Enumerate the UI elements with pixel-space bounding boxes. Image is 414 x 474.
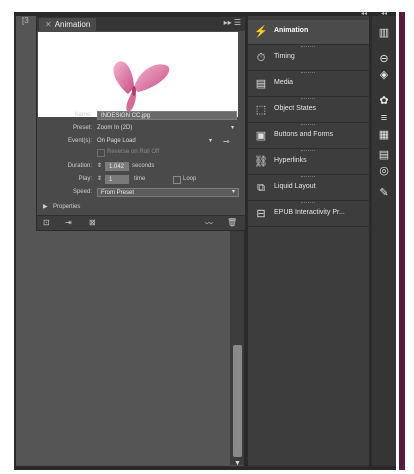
sidebar-item-buttons-forms[interactable]: ▣ Buttons and Forms [248, 124, 369, 149]
properties-row[interactable]: ▶ Properties [37, 202, 245, 213]
preset-row: Preset: Zoom In (2D) ▾ [37, 123, 245, 134]
butterfly-icon [112, 61, 170, 116]
timing-icon: ⏱ [256, 52, 266, 64]
events-label: Event(s): [67, 138, 92, 144]
events-row: Event(s): On Page Load ▾ ⊸ [37, 136, 245, 147]
events-select[interactable]: On Page Load [97, 136, 136, 147]
preset-label: Preset: [72, 125, 92, 131]
duration-unit: seconds [132, 163, 155, 169]
panel-footer: ⊡ ⇥ ⊠ 〰 🗑 [37, 215, 245, 230]
sidebar-item-liquid-layout[interactable]: ⧉ Liquid Layout [248, 176, 369, 201]
play-row: Play: ⇕ 1 time Loop [37, 174, 245, 185]
sidebar-item-animation[interactable]: ⚡ Animation [248, 20, 369, 45]
effects-icon[interactable]: ◎ [376, 164, 392, 178]
sidebar-item-label: Timing [274, 53, 295, 60]
preview-icon[interactable]: ⊡ [43, 218, 50, 227]
sidebar-item-epub[interactable]: ⊟ EPUB Interactivity Pr... [248, 202, 369, 227]
panel-header: ✕ Animation ▸▸ ☰ [37, 17, 245, 31]
play-unit: time [134, 176, 146, 182]
panel-menu[interactable]: ▸▸ ☰ [224, 18, 241, 27]
play-label: Play: [78, 176, 92, 182]
sidebar-item-hyperlinks[interactable]: ⛓ Hyperlinks [248, 150, 369, 175]
sidebar-item-label: Object States [274, 105, 317, 112]
panel-grip [301, 150, 315, 153]
properties-label: Properties [53, 204, 81, 210]
forward-icon[interactable]: ▸▸ [224, 18, 232, 27]
motion-path-icon[interactable]: 〰 [205, 218, 213, 229]
object-states-icon: ⬚ [255, 104, 267, 116]
sidebar-item-object-states[interactable]: ⬚ Object States [248, 98, 369, 123]
loop-label: Loop [183, 176, 197, 182]
event-trigger-icon[interactable]: ⊸ [223, 136, 230, 147]
sidebar-item-label: Media [274, 79, 294, 86]
layers-icon[interactable]: ◈ [376, 68, 392, 82]
document-tab[interactable]: [3 [22, 16, 32, 30]
duration-label: Duration: [67, 163, 92, 169]
sidebar-item-label: Liquid Layout [274, 183, 316, 190]
panel-grip [301, 46, 315, 49]
sidebar-item-timing[interactable]: ⏱ Timing [248, 46, 369, 71]
gradient-icon[interactable]: ▤ [376, 148, 392, 162]
speed-select[interactable]: From Preset [97, 188, 239, 197]
speed-chevron-down-icon[interactable]: ▾ [232, 187, 235, 198]
buttons-forms-icon: ▣ [255, 130, 267, 142]
timing-icon[interactable]: ⇥ [65, 218, 72, 227]
panel-grip [301, 176, 315, 179]
panel-grip [301, 124, 315, 127]
links-icon[interactable]: ⊖ [376, 52, 392, 66]
window-edge-accent [399, 12, 405, 470]
sidebar-item-label: Hyperlinks [274, 157, 307, 164]
interactive-panels-list: ⚡ Animation ⏱ Timing ▤ Media ⬚ Object St… [248, 16, 369, 466]
tab-animation-label: Animation [54, 20, 91, 29]
tab-animation[interactable]: ✕ Animation [39, 18, 97, 31]
reverse-row: Reverse on Roll Off [37, 147, 245, 158]
panel-grip [301, 98, 315, 101]
name-label: Name: [74, 112, 92, 118]
liquid-layout-icon: ⧉ [257, 182, 265, 194]
reverse-label: Reverse on Roll Off [107, 149, 160, 155]
loop-checkbox[interactable] [173, 176, 181, 184]
scroll-down-arrow-icon[interactable]: ▼ [234, 460, 241, 467]
duration-field[interactable]: 1.042 [105, 162, 129, 171]
convert-icon[interactable]: ⊠ [89, 218, 96, 227]
preset-chevron-down-icon[interactable]: ▾ [231, 123, 234, 134]
trash-icon[interactable]: 🗑 [227, 218, 237, 227]
name-row: Name: INDESIGN CC.jpg [37, 110, 245, 121]
hyperlinks-icon: ⛓ [254, 156, 268, 168]
play-stepper-icon[interactable]: ⇕ [97, 174, 102, 185]
color-icon[interactable]: ▦ [376, 128, 392, 142]
panel-grip [301, 202, 315, 205]
duration-stepper-icon[interactable]: ⇕ [97, 161, 102, 172]
duration-row: Duration: ⇕ 1.042 seconds [37, 161, 245, 172]
menu-icon[interactable]: ☰ [234, 18, 241, 27]
properties-expand-icon[interactable]: ▶ [43, 202, 48, 213]
stroke-icon[interactable]: ≡ [376, 111, 392, 125]
panel-grip [301, 72, 315, 75]
sidebar-item-label: Animation [274, 27, 309, 34]
events-chevron-down-icon[interactable]: ▾ [209, 136, 212, 147]
pages-icon[interactable]: ▥ [376, 26, 392, 40]
epub-icon: ⊟ [256, 208, 266, 220]
scrollbar-thumb[interactable] [233, 345, 242, 457]
play-field[interactable]: 1 [105, 175, 129, 184]
sidebar-item-media[interactable]: ▤ Media [248, 72, 369, 97]
media-icon: ▤ [255, 78, 267, 90]
preset-select[interactable]: Zoom In (2D) [97, 123, 132, 134]
collapse-panels-icon[interactable]: ◂◂ [361, 10, 367, 17]
animation-preview [38, 32, 238, 117]
animation-icon: ⚡ [254, 26, 268, 38]
sidebar-item-label: Buttons and Forms [274, 131, 334, 138]
styles-icon[interactable]: ✎ [376, 186, 392, 200]
speed-label: Speed: [72, 189, 92, 195]
dock-icon-column: ▥ ⊖ ◈ ✿ ≡ ▦ ▤ ◎ ✎ [372, 16, 396, 466]
close-icon[interactable]: ✕ [45, 20, 52, 29]
name-field[interactable]: INDESIGN CC.jpg [97, 111, 237, 120]
sidebar-item-label: EPUB Interactivity Pr... [274, 209, 345, 216]
swatches-icon[interactable]: ✿ [376, 94, 392, 108]
speed-row: Speed: From Preset ▾ [37, 187, 245, 198]
reverse-checkbox[interactable] [97, 149, 105, 157]
animation-panel: ✕ Animation ▸▸ ☰ Name: INDESIGN CC.jpg Pr… [36, 16, 246, 231]
